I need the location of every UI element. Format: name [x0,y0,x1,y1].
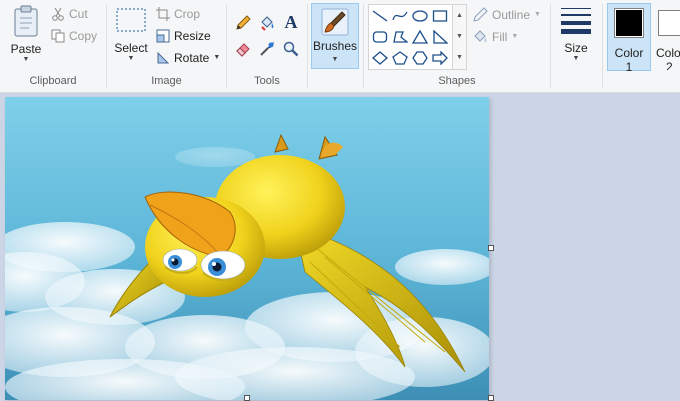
fill-icon [474,30,487,43]
rotate-label: Rotate [174,51,210,65]
gallery-expand-icon[interactable]: ▼ [453,47,466,68]
chevron-down-icon: ▼ [511,33,519,40]
copy-button[interactable]: Copy [51,29,97,43]
brush-icon [321,8,349,36]
text-icon[interactable]: A [282,12,300,32]
color2-label-line1: Colo [656,46,680,60]
outline-button[interactable]: Outline ▼ [472,7,541,23]
crop-icon [156,7,170,21]
divider [307,4,308,88]
pentagon-shape-icon[interactable] [391,50,409,66]
drawing-canvas[interactable] [5,97,489,400]
line-size-icon [561,8,591,34]
resize-button[interactable]: Resize [156,29,211,43]
color1-label-line2: 1 [625,60,633,74]
color1-label-line1: Color [614,46,644,60]
image-group: Select ▼ Crop Resize Rotate ▼ Image [107,0,226,92]
crop-button[interactable]: Crop [156,7,200,21]
oval-shape-icon[interactable] [411,8,429,24]
rectangle-shape-icon[interactable] [431,8,449,24]
brushes-label: Brushes [312,39,358,53]
fill-bucket-icon[interactable] [258,14,276,32]
clipboard-group-label: Clipboard [29,75,77,87]
scroll-down-icon[interactable]: ▼ [453,26,466,47]
triangle-shape-icon[interactable] [411,29,429,45]
magnifier-icon[interactable] [282,40,300,58]
canvas-resize-handle-right[interactable] [488,245,494,251]
select-label: Select [114,41,148,55]
rounded-rectangle-shape-icon[interactable] [371,29,389,45]
chevron-down-icon: ▼ [127,55,135,62]
divider [602,4,603,88]
copy-label: Copy [69,29,98,43]
clipboard-group: Paste ▼ Cut Copy Clipboard [0,0,106,92]
size-label: Size [564,41,588,55]
canvas-resize-handle-corner[interactable] [488,395,494,401]
color2-button[interactable]: Colo 2 [653,4,680,70]
chevron-down-icon: ▼ [213,54,221,61]
pencil-icon[interactable] [234,14,252,32]
line-shape-icon[interactable] [371,8,389,24]
chevron-down-icon: ▼ [331,56,339,63]
size-button[interactable]: Size ▼ [554,6,598,63]
cut-label: Cut [69,7,88,21]
chevron-down-icon: ▼ [572,55,580,62]
divider [550,4,551,88]
color1-button[interactable]: Color 1 [607,3,651,74]
color-picker-icon[interactable] [258,40,276,58]
bird-picture [5,97,489,400]
right-triangle-shape-icon[interactable] [431,29,449,45]
resize-icon [156,29,170,43]
outline-label: Outline [492,8,531,22]
eraser-icon[interactable] [234,40,252,58]
rotate-icon [157,51,170,64]
copy-icon [51,29,65,43]
resize-label: Resize [174,29,211,43]
diamond-shape-icon[interactable] [371,50,389,66]
paste-label: Paste [10,42,42,56]
color1-swatch [614,8,644,38]
crop-label: Crop [174,7,201,21]
scroll-up-icon[interactable]: ▲ [453,5,466,26]
outline-icon [473,7,488,22]
select-button[interactable]: Select ▼ [111,6,151,63]
chevron-down-icon: ▼ [22,56,30,63]
shapes-gallery-scrollbar[interactable]: ▲ ▼ ▼ [452,5,466,69]
fill-button[interactable]: Fill ▼ [472,29,518,45]
image-group-label: Image [151,75,182,87]
curve-shape-icon[interactable] [391,8,409,24]
select-rectangle-icon [116,8,146,32]
shapes-group-label: Shapes [438,75,476,87]
ribbon: Paste ▼ Cut Copy Clipboard Select ▼ Crop… [0,0,680,93]
brushes-button[interactable]: Brushes ▼ [311,3,359,69]
chevron-down-icon: ▼ [534,11,541,18]
scissors-icon [52,7,64,21]
color2-swatch [658,10,680,36]
right-arrow-shape-icon[interactable] [431,50,449,66]
hexagon-shape-icon[interactable] [411,50,429,66]
tools-group-label: Tools [254,75,280,87]
polygon-shape-icon[interactable] [391,29,409,45]
rotate-button[interactable]: Rotate ▼ [156,51,220,65]
cut-button[interactable]: Cut [51,7,88,21]
paste-icon [14,5,38,37]
color2-label-line2: 2 [666,60,673,70]
canvas-resize-handle-bottom[interactable] [244,395,250,401]
shapes-gallery: ▲ ▼ ▼ [368,4,467,70]
paste-button[interactable]: Paste ▼ [6,4,46,64]
tools-group: A Tools [227,0,307,92]
fill-label: Fill [492,30,508,44]
